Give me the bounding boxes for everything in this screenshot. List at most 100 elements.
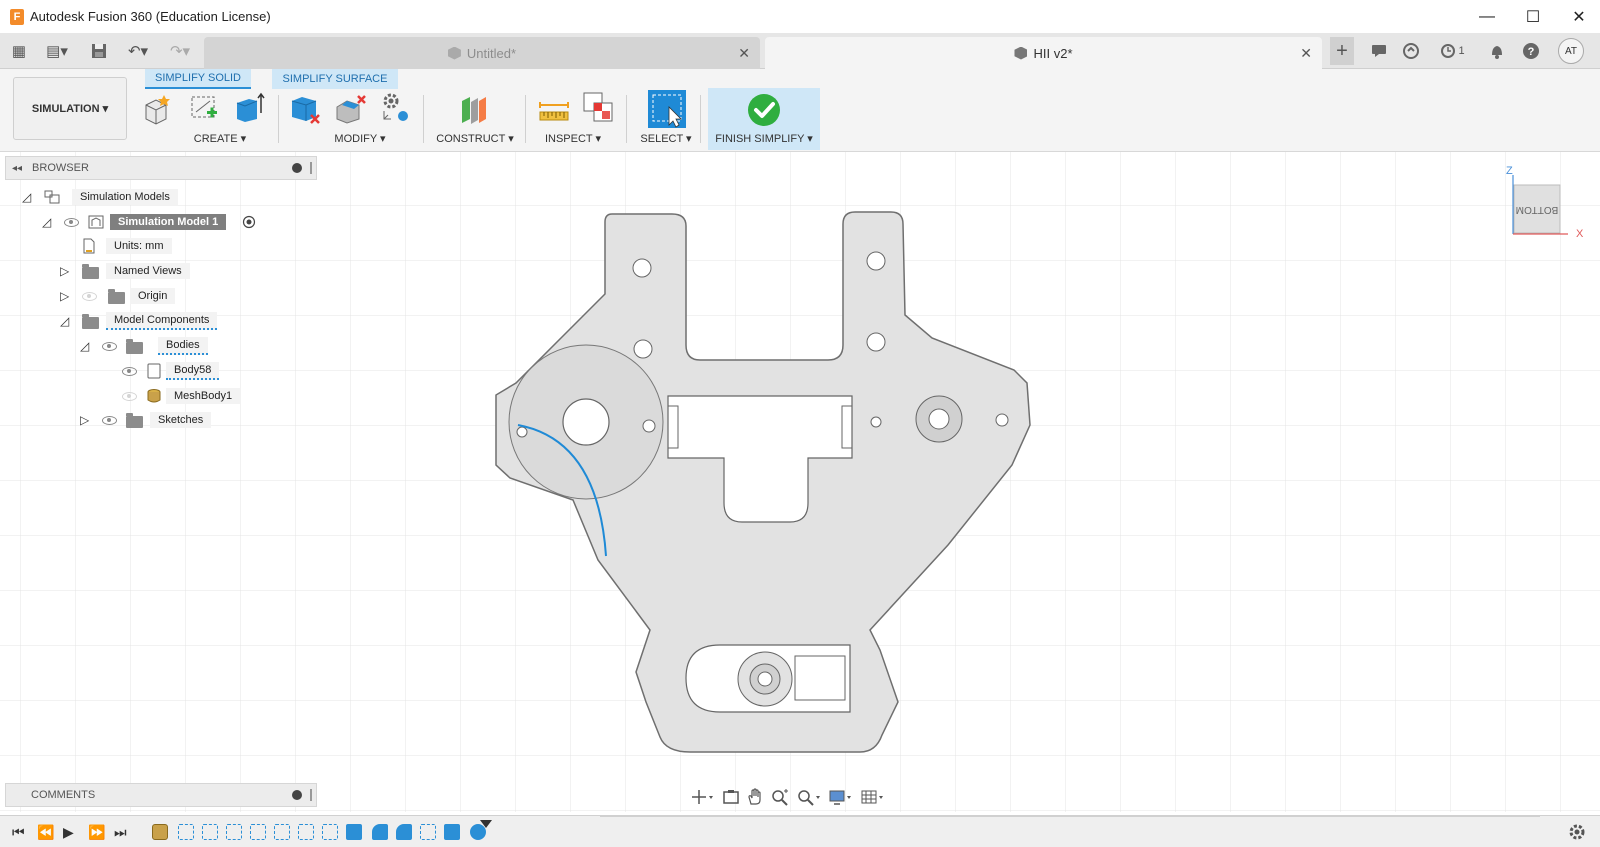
timeline-revolve-feature[interactable]	[396, 824, 412, 840]
go-to-end-icon[interactable]: ⏭	[114, 824, 127, 841]
remove-features-icon[interactable]	[289, 93, 321, 125]
simplify-settings-icon[interactable]	[379, 91, 411, 123]
minimize-button[interactable]: —	[1464, 0, 1510, 33]
measure-icon[interactable]	[538, 95, 570, 127]
close-window-button[interactable]: ✕	[1556, 0, 1600, 33]
expand-triangle-icon[interactable]: ▷	[60, 289, 69, 303]
user-avatar[interactable]: AT	[1558, 38, 1584, 64]
tree-item-bodies[interactable]: ◿ Bodies	[78, 336, 228, 356]
expand-triangle-icon[interactable]: ▷	[60, 264, 69, 278]
step-back-icon[interactable]: ⏪	[37, 824, 54, 841]
finish-simplify-menu[interactable]: FINISH SIMPLIFY ▾	[708, 132, 820, 145]
tree-item-origin[interactable]: ▷ Origin	[58, 286, 188, 306]
timeline-sketch-feature[interactable]	[178, 824, 194, 840]
browser-options-icon[interactable]	[292, 163, 302, 173]
timeline-sketch-feature[interactable]	[322, 824, 338, 840]
collapse-triangle-icon[interactable]: ◿	[60, 314, 69, 328]
visibility-eye-icon[interactable]	[82, 292, 97, 301]
tree-item-named-views[interactable]: ▷ Named Views	[58, 261, 198, 281]
timeline-sketch-feature[interactable]	[274, 824, 290, 840]
tree-item-simulation-model-1[interactable]: ◿ Simulation Model 1	[40, 212, 270, 232]
notifications-chat-icon[interactable]	[1368, 40, 1390, 62]
browser-panel-header[interactable]: ◂◂ BROWSER	[5, 156, 317, 180]
tab-simplify-surface[interactable]: SIMPLIFY SURFACE	[272, 69, 398, 89]
panel-resize-handle[interactable]	[310, 162, 312, 174]
tree-item-sketches[interactable]: ▷ Sketches	[78, 410, 228, 430]
orbit-icon[interactable]	[690, 788, 716, 806]
browser-title: BROWSER	[32, 162, 89, 174]
visibility-eye-icon[interactable]	[122, 392, 137, 401]
comments-panel-header[interactable]: COMMENTS	[5, 783, 317, 807]
create-menu[interactable]: CREATE ▾	[170, 132, 270, 145]
pan-hand-icon[interactable]	[746, 788, 764, 806]
notification-bell-icon[interactable]	[1486, 40, 1508, 62]
tree-item-meshbody1[interactable]: MeshBody1	[118, 386, 258, 406]
activate-radio-icon[interactable]	[242, 215, 256, 229]
fit-zoom-icon[interactable]	[796, 788, 822, 806]
collapse-triangle-icon[interactable]: ◿	[42, 215, 51, 229]
tab-hii-v2[interactable]: HII v2* ✕	[765, 37, 1322, 69]
visibility-eye-icon[interactable]	[122, 367, 137, 376]
timeline-sketch-feature[interactable]	[298, 824, 314, 840]
timeline-sketch-feature[interactable]	[202, 824, 218, 840]
3d-viewport[interactable]: BOTTOM Z X	[0, 152, 1600, 812]
collapse-triangle-icon[interactable]: ◿	[80, 339, 89, 353]
collapse-triangle-icon[interactable]: ◿	[22, 190, 31, 204]
timeline-sketch-feature[interactable]	[226, 824, 242, 840]
finish-checkmark-icon[interactable]	[747, 93, 781, 127]
collapse-browser-icon[interactable]: ◂◂	[12, 163, 22, 174]
visibility-eye-icon[interactable]	[64, 218, 79, 227]
select-icon[interactable]	[647, 89, 687, 129]
select-menu[interactable]: SELECT ▾	[616, 132, 716, 145]
close-tab-icon[interactable]: ✕	[738, 45, 750, 62]
timeline-settings-gear-icon[interactable]	[1568, 823, 1586, 841]
panel-resize-handle[interactable]	[310, 789, 312, 801]
undo-icon[interactable]: ↶▾	[122, 40, 154, 62]
timeline-extrude-feature[interactable]	[444, 824, 460, 840]
timeline-sketch-feature[interactable]	[420, 824, 436, 840]
save-icon[interactable]	[88, 40, 110, 62]
new-component-icon[interactable]	[142, 93, 174, 125]
timeline-marker-icon[interactable]	[478, 818, 494, 832]
visibility-eye-icon[interactable]	[102, 416, 117, 425]
go-to-start-icon[interactable]: ⏮	[12, 824, 25, 841]
tab-untitled[interactable]: Untitled* ✕	[204, 37, 760, 69]
inspect-menu[interactable]: INSPECT ▾	[523, 132, 623, 145]
remove-body-icon[interactable]	[334, 93, 366, 125]
tree-item-body58[interactable]: Body58	[118, 361, 238, 381]
timeline-extrude-feature[interactable]	[346, 824, 362, 840]
interference-icon[interactable]	[582, 91, 614, 123]
redo-icon[interactable]: ↷▾	[164, 40, 196, 62]
add-comment-icon[interactable]	[292, 790, 302, 800]
extrude-icon[interactable]	[233, 91, 265, 123]
workspace-switcher[interactable]: SIMULATION ▾	[13, 77, 127, 140]
timeline-revolve-feature[interactable]	[372, 824, 388, 840]
expand-triangle-icon[interactable]: ▷	[80, 413, 89, 427]
tab-simplify-solid[interactable]: SIMPLIFY SOLID	[145, 69, 251, 89]
tree-item-model-components[interactable]: ◿ Model Components	[58, 311, 228, 331]
step-forward-icon[interactable]: ⏩	[88, 824, 105, 841]
construct-menu[interactable]: CONSTRUCT ▾	[425, 132, 525, 145]
visibility-eye-icon[interactable]	[102, 342, 117, 351]
maximize-button[interactable]: ☐	[1510, 0, 1556, 33]
tree-item-simulation-models[interactable]: ◿ Simulation Models	[20, 187, 190, 207]
display-settings-icon[interactable]	[828, 788, 854, 806]
offset-plane-icon[interactable]	[458, 93, 490, 125]
new-tab-button[interactable]: +	[1330, 37, 1354, 65]
grid-settings-icon[interactable]	[860, 788, 886, 806]
look-at-icon[interactable]	[722, 788, 740, 806]
create-sketch-icon[interactable]	[188, 92, 220, 124]
help-icon[interactable]: ?	[1520, 40, 1542, 62]
modify-menu[interactable]: MODIFY ▾	[310, 132, 410, 145]
canvas-scene[interactable]: BOTTOM Z X	[0, 152, 1600, 812]
file-menu-icon[interactable]: ▤▾	[40, 40, 74, 62]
job-status-icon[interactable]: 1	[1436, 40, 1470, 62]
timeline-mesh-feature[interactable]	[152, 824, 168, 840]
close-tab-icon[interactable]: ✕	[1300, 45, 1312, 62]
timeline-sketch-feature[interactable]	[250, 824, 266, 840]
zoom-icon[interactable]	[770, 788, 790, 806]
data-panel-grid-icon[interactable]: ▦	[8, 40, 30, 62]
tree-item-units[interactable]: Units: mm	[80, 236, 180, 256]
extensions-icon[interactable]	[1400, 40, 1422, 62]
play-icon[interactable]: ▶	[63, 824, 74, 841]
